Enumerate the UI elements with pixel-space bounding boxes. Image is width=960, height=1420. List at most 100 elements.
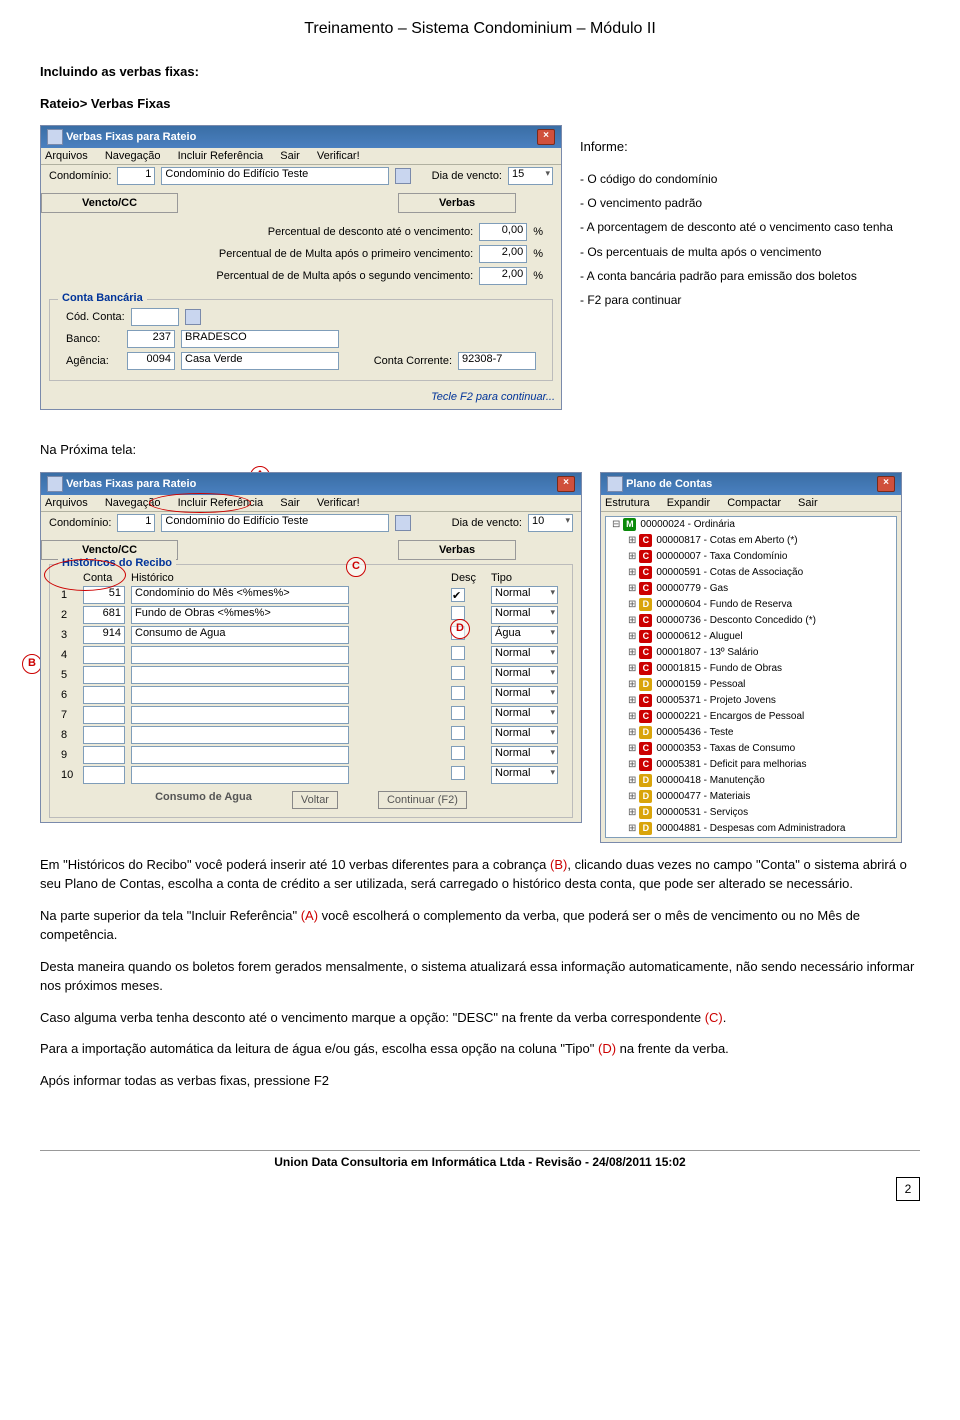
- input-agencia-name[interactable]: Casa Verde: [181, 352, 339, 370]
- input-condominio-name[interactable]: Condomínio do Edifício Teste: [161, 167, 389, 185]
- input-historico[interactable]: [131, 646, 349, 664]
- close-icon[interactable]: ×: [557, 476, 575, 492]
- tab-vencto-cc[interactable]: Vencto/CC: [41, 193, 178, 213]
- tree-root[interactable]: 00000024 - Ordinária: [640, 519, 735, 530]
- lookup-icon[interactable]: [185, 309, 201, 325]
- checkbox-desc[interactable]: [451, 646, 465, 660]
- input-historico[interactable]: Consumo de Agua: [131, 626, 349, 644]
- menu-item[interactable]: Verificar!: [317, 497, 360, 509]
- menu-item[interactable]: Sair: [280, 150, 300, 162]
- window-title: Verbas Fixas para Rateio: [66, 131, 196, 143]
- select-tipo[interactable]: Normal: [491, 646, 558, 664]
- menu-item[interactable]: Sair: [280, 497, 300, 509]
- input-conta[interactable]: [83, 686, 125, 704]
- tree-item[interactable]: ⊞D00000604 - Fundo de Reserva: [606, 597, 896, 613]
- menu-item[interactable]: Expandir: [667, 497, 710, 509]
- tree-item[interactable]: ⊞D00000477 - Materiais: [606, 789, 896, 805]
- tree-item[interactable]: ⊞C00005381 - Deficit para melhorias: [606, 757, 896, 773]
- checkbox-desc[interactable]: [451, 726, 465, 740]
- lookup-icon[interactable]: [395, 515, 411, 531]
- tab-verbas[interactable]: Verbas: [398, 540, 516, 560]
- select-tipo[interactable]: Normal: [491, 746, 558, 764]
- tree-item[interactable]: ⊞D00004881 - Despesas com Administradora: [606, 821, 896, 837]
- input-conta[interactable]: [83, 726, 125, 744]
- close-icon[interactable]: ×: [537, 129, 555, 145]
- close-icon[interactable]: ×: [877, 476, 895, 492]
- input-perc-desconto[interactable]: 0,00: [479, 223, 527, 241]
- input-historico[interactable]: Condomínio do Mês <%mes%>: [131, 586, 349, 604]
- button-voltar[interactable]: Voltar: [292, 791, 338, 809]
- select-tipo[interactable]: Normal: [491, 726, 558, 744]
- menu-item[interactable]: Verificar!: [317, 150, 360, 162]
- tree-plano-contas[interactable]: ⊟M00000024 - Ordinária ⊞C00000817 - Cota…: [605, 516, 897, 838]
- input-historico[interactable]: [131, 766, 349, 784]
- input-conta[interactable]: [83, 666, 125, 684]
- input-historico[interactable]: [131, 746, 349, 764]
- tree-item[interactable]: ⊞D00005436 - Teste: [606, 725, 896, 741]
- select-tipo[interactable]: Normal: [491, 686, 558, 704]
- tree-item[interactable]: ⊞D00000418 - Manutenção: [606, 773, 896, 789]
- select-dia-vencto[interactable]: 10: [528, 514, 573, 532]
- select-dia-vencto[interactable]: 15: [508, 167, 553, 185]
- input-perc-multa2[interactable]: 2,00: [479, 267, 527, 285]
- table-row: 10Normal: [58, 765, 564, 785]
- select-tipo[interactable]: Normal: [491, 586, 558, 604]
- select-tipo[interactable]: Normal: [491, 706, 558, 724]
- input-conta[interactable]: 681: [83, 606, 125, 624]
- input-cod-conta[interactable]: [131, 308, 179, 326]
- menu-item[interactable]: Arquivos: [45, 497, 88, 509]
- input-conta-corrente[interactable]: 92308-7: [458, 352, 536, 370]
- lookup-icon[interactable]: [395, 168, 411, 184]
- input-condominio-num[interactable]: 1: [117, 514, 155, 532]
- input-banco-name[interactable]: BRADESCO: [181, 330, 339, 348]
- tree-item[interactable]: ⊞D00000159 - Pessoal: [606, 677, 896, 693]
- checkbox-desc[interactable]: ✔: [451, 588, 465, 602]
- checkbox-desc[interactable]: [451, 686, 465, 700]
- input-historico[interactable]: [131, 686, 349, 704]
- tab-verbas[interactable]: Verbas: [398, 193, 516, 213]
- button-continuar[interactable]: Continuar (F2): [378, 791, 467, 809]
- input-conta[interactable]: [83, 766, 125, 784]
- menu-item[interactable]: Incluir Referência: [178, 150, 264, 162]
- checkbox-desc[interactable]: [451, 606, 465, 620]
- tree-item[interactable]: ⊞C00000353 - Taxas de Consumo: [606, 741, 896, 757]
- tree-item[interactable]: ⊞C00000221 - Encargos de Pessoal: [606, 709, 896, 725]
- input-conta[interactable]: [83, 746, 125, 764]
- tree-item[interactable]: ⊞C00000007 - Taxa Condomínio: [606, 549, 896, 565]
- menu-item[interactable]: Estrutura: [605, 497, 650, 509]
- tree-item[interactable]: ⊞C00001807 - 13º Salário: [606, 645, 896, 661]
- select-tipo[interactable]: Normal: [491, 666, 558, 684]
- menu-item[interactable]: Arquivos: [45, 150, 88, 162]
- input-condominio-name[interactable]: Condomínio do Edifício Teste: [161, 514, 389, 532]
- input-banco-num[interactable]: 237: [127, 330, 175, 348]
- tree-item[interactable]: ⊞D00000531 - Serviços: [606, 805, 896, 821]
- page-number: 2: [896, 1177, 920, 1201]
- menu-item[interactable]: Navegação: [105, 150, 161, 162]
- select-tipo[interactable]: Normal: [491, 606, 558, 624]
- checkbox-desc[interactable]: [451, 746, 465, 760]
- input-historico[interactable]: [131, 666, 349, 684]
- tree-item[interactable]: ⊞C00000817 - Cotas em Aberto (*): [606, 533, 896, 549]
- tree-item[interactable]: ⊞C00001815 - Fundo de Obras: [606, 661, 896, 677]
- tree-item[interactable]: ⊞C00005371 - Projeto Jovens: [606, 693, 896, 709]
- menu-item[interactable]: Sair: [798, 497, 818, 509]
- tree-item[interactable]: ⊞C00000779 - Gas: [606, 581, 896, 597]
- checkbox-desc[interactable]: [451, 706, 465, 720]
- checkbox-desc[interactable]: [451, 666, 465, 680]
- tree-item[interactable]: ⊞C00000591 - Cotas de Associação: [606, 565, 896, 581]
- select-tipo[interactable]: Água: [491, 626, 558, 644]
- input-conta[interactable]: [83, 706, 125, 724]
- input-historico[interactable]: [131, 726, 349, 744]
- input-condominio-num[interactable]: 1: [117, 167, 155, 185]
- checkbox-desc[interactable]: [451, 766, 465, 780]
- tree-item[interactable]: ⊞C00000612 - Aluguel: [606, 629, 896, 645]
- input-perc-multa1[interactable]: 2,00: [479, 245, 527, 263]
- input-historico[interactable]: Fundo de Obras <%mes%>: [131, 606, 349, 624]
- input-conta[interactable]: 914: [83, 626, 125, 644]
- input-historico[interactable]: [131, 706, 349, 724]
- select-tipo[interactable]: Normal: [491, 766, 558, 784]
- menu-item[interactable]: Compactar: [727, 497, 781, 509]
- input-conta[interactable]: [83, 646, 125, 664]
- input-agencia-num[interactable]: 0094: [127, 352, 175, 370]
- tree-item[interactable]: ⊞C00000736 - Desconto Concedido (*): [606, 613, 896, 629]
